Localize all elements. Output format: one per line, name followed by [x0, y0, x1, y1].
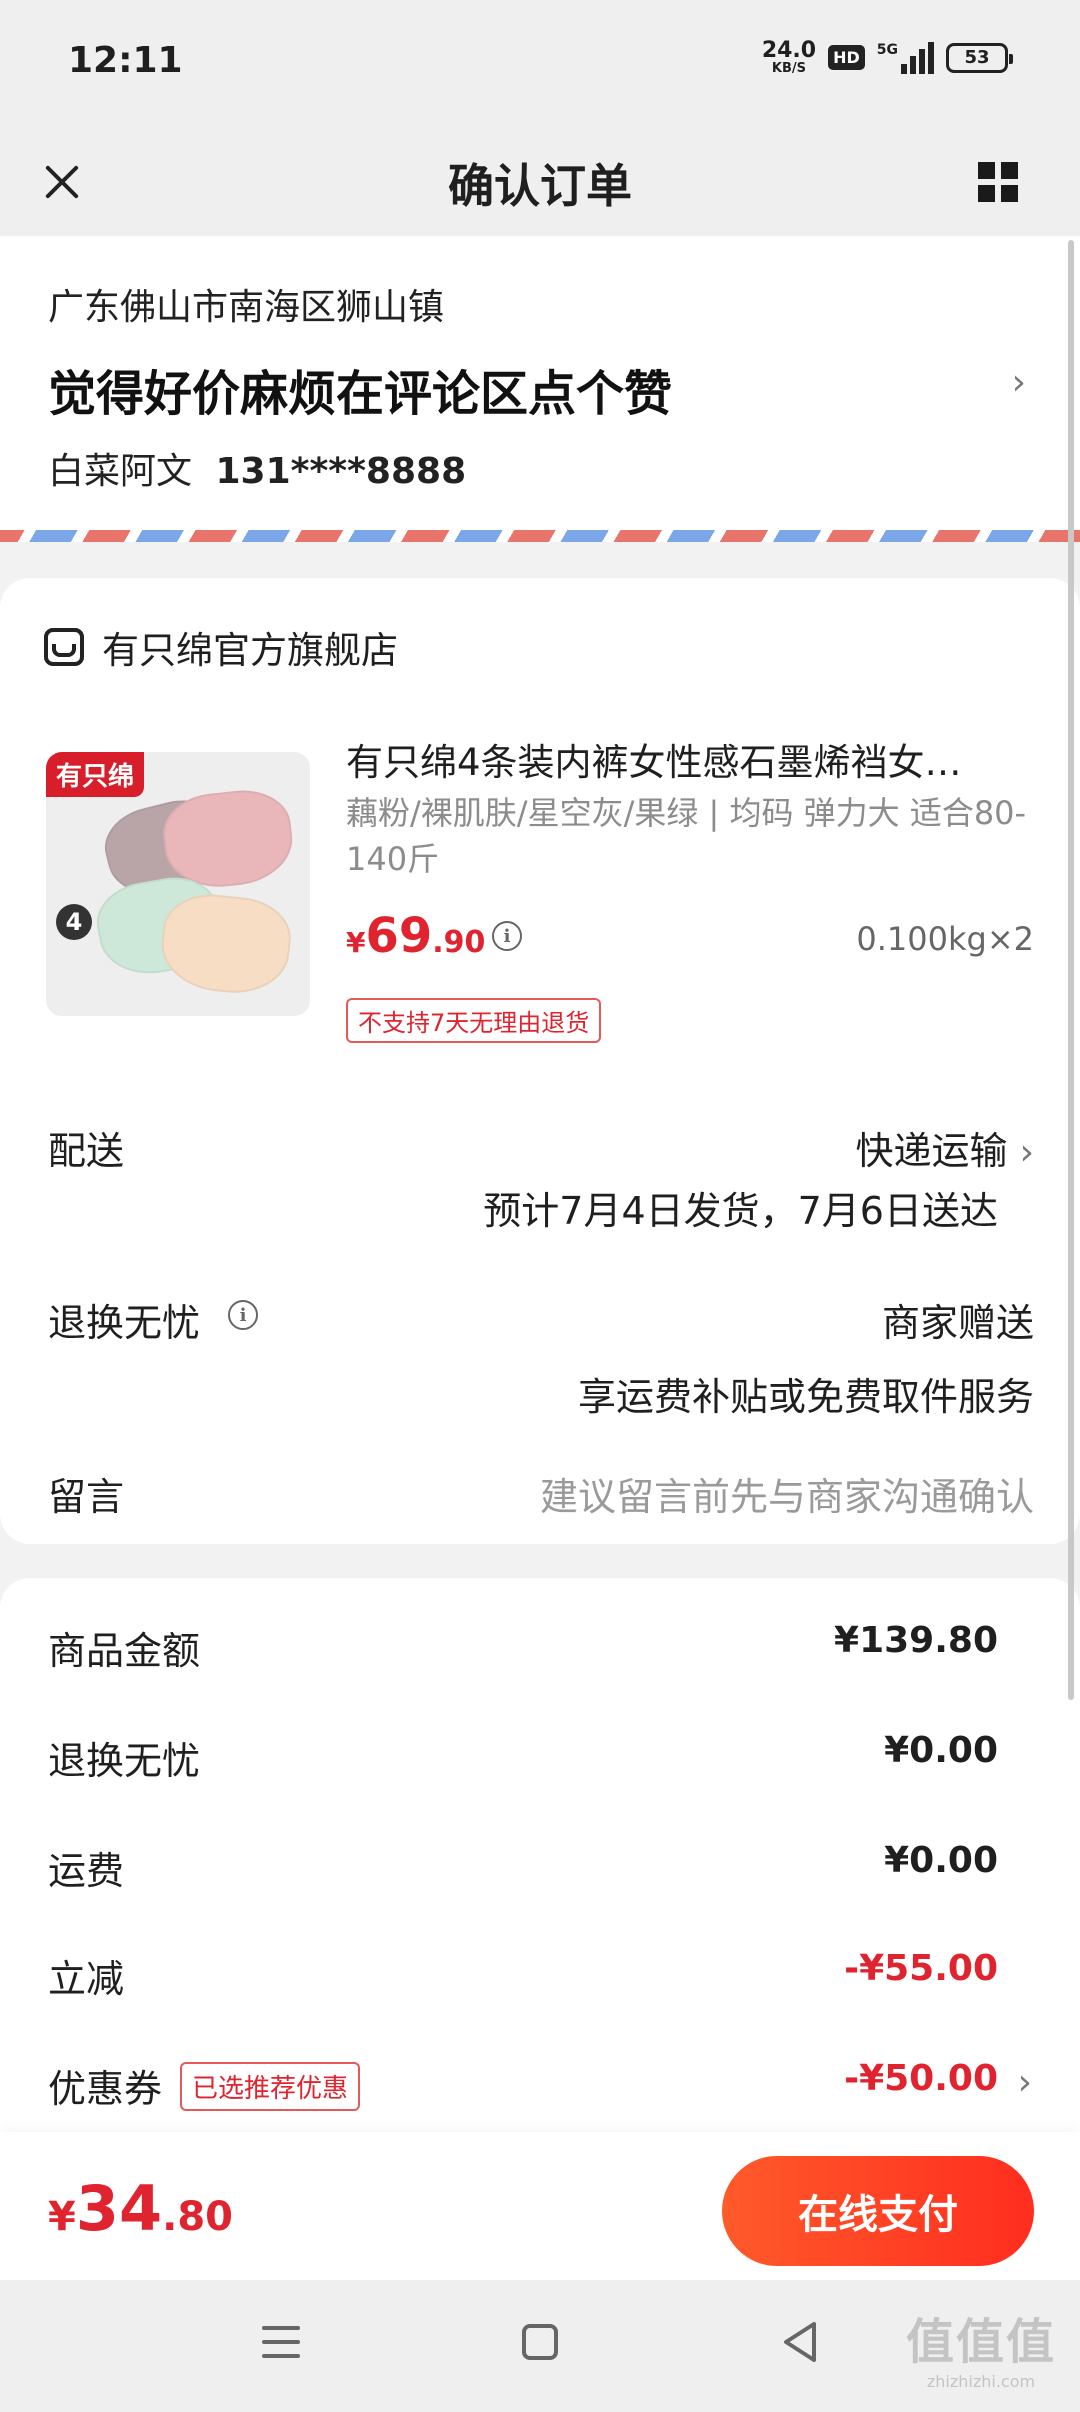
- header-bar: 确认订单: [0, 128, 1080, 236]
- product-price: ¥ 69 .90: [346, 908, 485, 964]
- product-weight-qty: 0.100kg×2: [856, 920, 1034, 958]
- watermark-logo: 值值值 zhizhizhi.com: [906, 2302, 1056, 2391]
- store-name: 有只绵官方旗舰店: [102, 629, 398, 672]
- exchange-value: 商家赠送: [881, 1301, 1034, 1345]
- pay-bar: ¥ 34 .80 在线支付: [0, 2132, 1080, 2280]
- chevron-right-icon[interactable]: ›: [1018, 2062, 1032, 2103]
- system-nav-bar: 值值值 zhizhizhi.com: [0, 2280, 1080, 2412]
- coupon-label: 优惠券: [48, 2067, 163, 2111]
- watermark-text: 值值值: [905, 2314, 1056, 2370]
- price-info-icon[interactable]: i: [492, 921, 522, 951]
- price-currency: ¥: [346, 926, 366, 959]
- menu-icon[interactable]: [262, 2326, 300, 2358]
- total-integer: 34: [75, 2172, 163, 2245]
- message-label: 留言: [48, 1475, 125, 1519]
- status-bar: 12:11 24.0 KB/S HD 5G 53: [0, 0, 1080, 128]
- status-time: 12:11: [68, 40, 183, 81]
- home-icon[interactable]: [522, 2324, 558, 2360]
- network-speed-value: 24.0: [761, 38, 817, 63]
- goods-amount-label: 商品金额: [48, 1629, 201, 1673]
- chevron-right-icon: ›: [1019, 1132, 1034, 1173]
- shipping-value: ¥0.00: [884, 1840, 998, 1881]
- product-spec[interactable]: 藕粉/裸肌肤/星空灰/果绿 | 均码 弹力大 适合80-140斤: [346, 790, 1036, 882]
- discount-value: -¥55.00: [844, 1948, 998, 1989]
- price-decimal: .90: [432, 925, 486, 960]
- battery-level: 53: [964, 47, 990, 68]
- delivery-method[interactable]: 快递运输 ›: [855, 1120, 1034, 1175]
- contact-phone: 131****8888: [215, 451, 467, 492]
- product-brand-badge: 有只绵: [46, 752, 145, 797]
- total-decimal: .80: [162, 2194, 233, 2240]
- store-icon: [44, 628, 84, 666]
- product-count-badge: 4: [56, 904, 92, 940]
- address-section[interactable]: 广东佛山市南海区狮山镇 觉得好价麻烦在评论区点个赞 白菜阿文 131****88…: [0, 236, 1080, 542]
- grid-menu-icon[interactable]: [968, 152, 1028, 212]
- network-speed-unit: KB/S: [771, 61, 806, 76]
- contact-name: 白菜阿文: [48, 451, 193, 492]
- exchange-fee-value: ¥0.00: [884, 1730, 998, 1771]
- total-price: ¥ 34 .80: [48, 2172, 233, 2245]
- battery-icon: 53: [946, 42, 1013, 73]
- delivery-label: 配送: [48, 1129, 125, 1173]
- address-detail: 觉得好价麻烦在评论区点个赞: [48, 366, 673, 422]
- back-icon[interactable]: [780, 2320, 820, 2364]
- pay-online-button[interactable]: 在线支付: [722, 2156, 1034, 2266]
- exchange-label: 退换无忧: [48, 1301, 201, 1345]
- address-contact: 白菜阿文 131****8888: [48, 442, 466, 494]
- signal-type: 5G: [876, 41, 898, 58]
- network-speed: 24.0 KB/S: [761, 38, 817, 76]
- watermark-url: zhizhizhi.com: [926, 2372, 1036, 2391]
- hd-icon: HD: [828, 45, 865, 70]
- exchange-desc: 享运费补贴或免费取件服务: [577, 1375, 1034, 1419]
- discount-label: 立减: [48, 1957, 125, 2001]
- product-title[interactable]: 有只绵4条装内裤女性感石墨烯裆女…: [346, 732, 1026, 786]
- store-row[interactable]: 有只绵官方旗舰店: [44, 620, 398, 674]
- exchange-fee-label: 退换无忧: [48, 1739, 201, 1783]
- product-image[interactable]: 有只绵 4: [46, 752, 310, 1016]
- scrollbar[interactable]: [1068, 240, 1074, 1700]
- no-return-tag: 不支持7天无理由退货: [346, 998, 602, 1043]
- order-card: 有只绵官方旗舰店 有只绵 4 有只绵4条装内裤女性感石墨烯裆女… 藕粉/裸肌肤/…: [0, 578, 1080, 1544]
- coupon-value[interactable]: -¥50.00: [844, 2058, 998, 2099]
- chevron-right-icon[interactable]: ›: [1012, 362, 1026, 403]
- delivery-method-text: 快递运输: [855, 1129, 1008, 1173]
- exchange-info-icon[interactable]: i: [228, 1300, 258, 1330]
- signal-icon: 5G: [876, 41, 934, 74]
- address-region: 广东佛山市南海区狮山镇: [48, 287, 445, 328]
- message-input[interactable]: 建议留言前先与商家沟通确认: [540, 1466, 1034, 1521]
- status-icons: 24.0 KB/S HD 5G 53: [761, 38, 1013, 76]
- goods-amount-value: ¥139.80: [834, 1620, 998, 1661]
- shipping-label: 运费: [48, 1849, 125, 1893]
- coupon-tag: 已选推荐优惠: [180, 2062, 361, 2111]
- total-currency: ¥: [48, 2194, 76, 2240]
- price-integer: 69: [365, 908, 433, 964]
- address-stripe: [0, 530, 1080, 542]
- page-title: 确认订单: [448, 159, 632, 213]
- delivery-estimate: 预计7月4日发货，7月6日送达: [483, 1189, 998, 1233]
